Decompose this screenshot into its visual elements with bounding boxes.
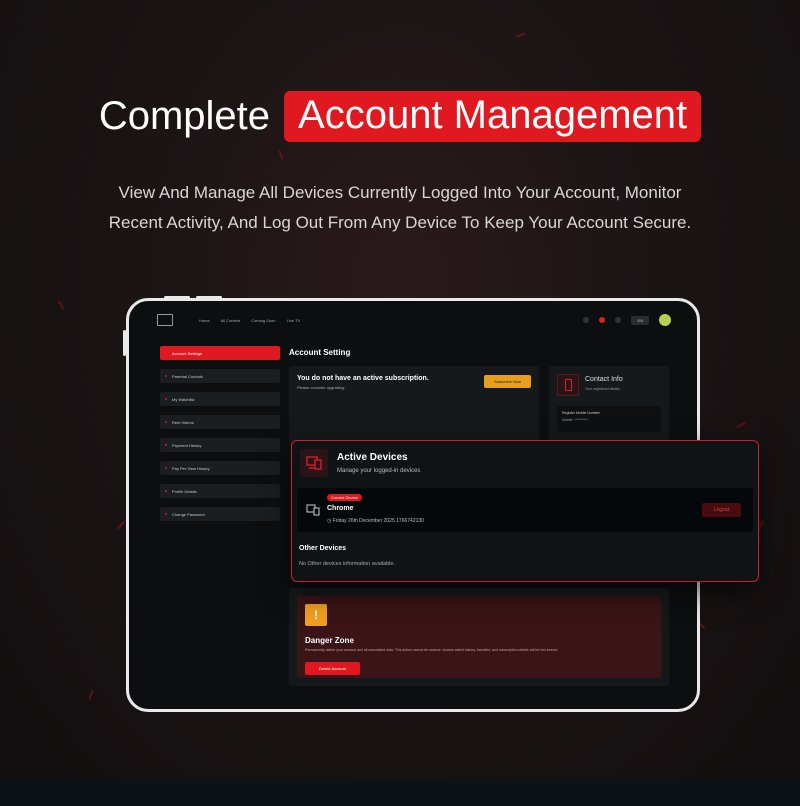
sidebar-item-account-settings[interactable]: Account Settings (160, 346, 280, 360)
nav-coming-soon[interactable]: Coming Soon (251, 318, 275, 323)
hero-title-plain: Complete (98, 94, 271, 138)
sidebar-item-watchlist[interactable]: My Watchlist (160, 392, 280, 406)
device-date: Friday 26th December 2025 1766742130 (332, 518, 424, 524)
active-devices-subtitle: Manage your logged-in devices (337, 468, 421, 474)
active-devices-panel: Active Devices Manage your logged-in dev… (291, 440, 759, 582)
subscription-note: Please consider upgrading. (297, 385, 346, 390)
subscription-card: You do not have an active subscription. … (289, 366, 539, 446)
device-date-row: ◷ Friday 26th December 2025 1766742130 (327, 518, 424, 524)
warning-icon: ! (305, 604, 327, 626)
avatar[interactable] (659, 314, 671, 326)
sidebar-item-rent-videos[interactable]: Rent Videos (160, 415, 280, 429)
devices-icon (300, 449, 328, 477)
sidebar-item-parental-controls[interactable]: Parental Controls (160, 369, 280, 383)
notification-icon[interactable] (599, 317, 606, 323)
nav-all-content[interactable]: All Content (221, 318, 241, 323)
hero-title-highlight: Account Management (284, 91, 702, 142)
other-devices-empty: No Other devices information available. (299, 561, 395, 567)
clock-icon: ◷ (327, 518, 332, 524)
mobile-value: Mobile: ********** (562, 418, 588, 422)
nav-home[interactable]: Home (199, 318, 210, 323)
active-devices-title: Active Devices (337, 452, 408, 463)
device-name: Chrome (327, 505, 354, 512)
download-icon[interactable] (615, 317, 622, 323)
app-logo[interactable] (157, 314, 173, 326)
hero-subtitle-line-1: View And Manage All Devices Currently Lo… (118, 183, 682, 202)
nav-live-tv[interactable]: Live TV (287, 318, 301, 323)
current-device-row: Current Device Chrome ◷ Friday 26th Dece… (297, 488, 753, 532)
subscribe-button[interactable]: Subscribe Now (484, 375, 531, 388)
danger-title: Danger Zone (305, 636, 354, 645)
hero-heading: Complete Account Management (0, 91, 800, 142)
contact-title: Contact Info (585, 376, 623, 383)
settings-sidebar: Account Settings Parental Controls My Wa… (160, 346, 280, 530)
contact-subtitle: Your registered details (585, 387, 620, 391)
contact-info-card: Contact Info Your registered details Reg… (549, 366, 669, 451)
phone-icon (557, 374, 579, 396)
mobile-number-box: Register Mobile Number Mobile: *********… (557, 406, 661, 432)
mobile-label: Register Mobile Number (562, 411, 600, 415)
hero-subtitle-line-2: Recent Activity, And Log Out From Any De… (108, 213, 692, 232)
logout-button[interactable]: Logout (701, 503, 741, 517)
danger-zone-card: ! Danger Zone Permanently delete your ac… (289, 588, 669, 686)
app-topbar: Home All Content Coming Soon Live TV EN (157, 309, 671, 331)
sidebar-item-payment-history[interactable]: Payment History (160, 438, 280, 452)
delete-account-button[interactable]: Delete Account (305, 662, 360, 675)
hero-subtitle: View And Manage All Devices Currently Lo… (60, 178, 740, 238)
subscription-title: You do not have an active subscription. (297, 375, 429, 382)
page-title: Account Setting (289, 348, 351, 357)
other-devices-title: Other Devices (299, 545, 347, 552)
language-select[interactable]: EN (631, 315, 649, 325)
sidebar-item-ppv-history[interactable]: Pay Per View History (160, 461, 280, 475)
sidebar-item-profile-details[interactable]: Profile Details (160, 484, 280, 498)
current-device-badge: Current Device (327, 494, 362, 501)
danger-description: Permanently delete your account and all … (305, 648, 559, 652)
devices-icon (306, 503, 320, 521)
search-icon[interactable] (583, 317, 590, 323)
app-nav: Home All Content Coming Soon Live TV (199, 318, 310, 323)
bottom-strip (0, 778, 800, 806)
sidebar-item-change-password[interactable]: Change Password (160, 507, 280, 521)
